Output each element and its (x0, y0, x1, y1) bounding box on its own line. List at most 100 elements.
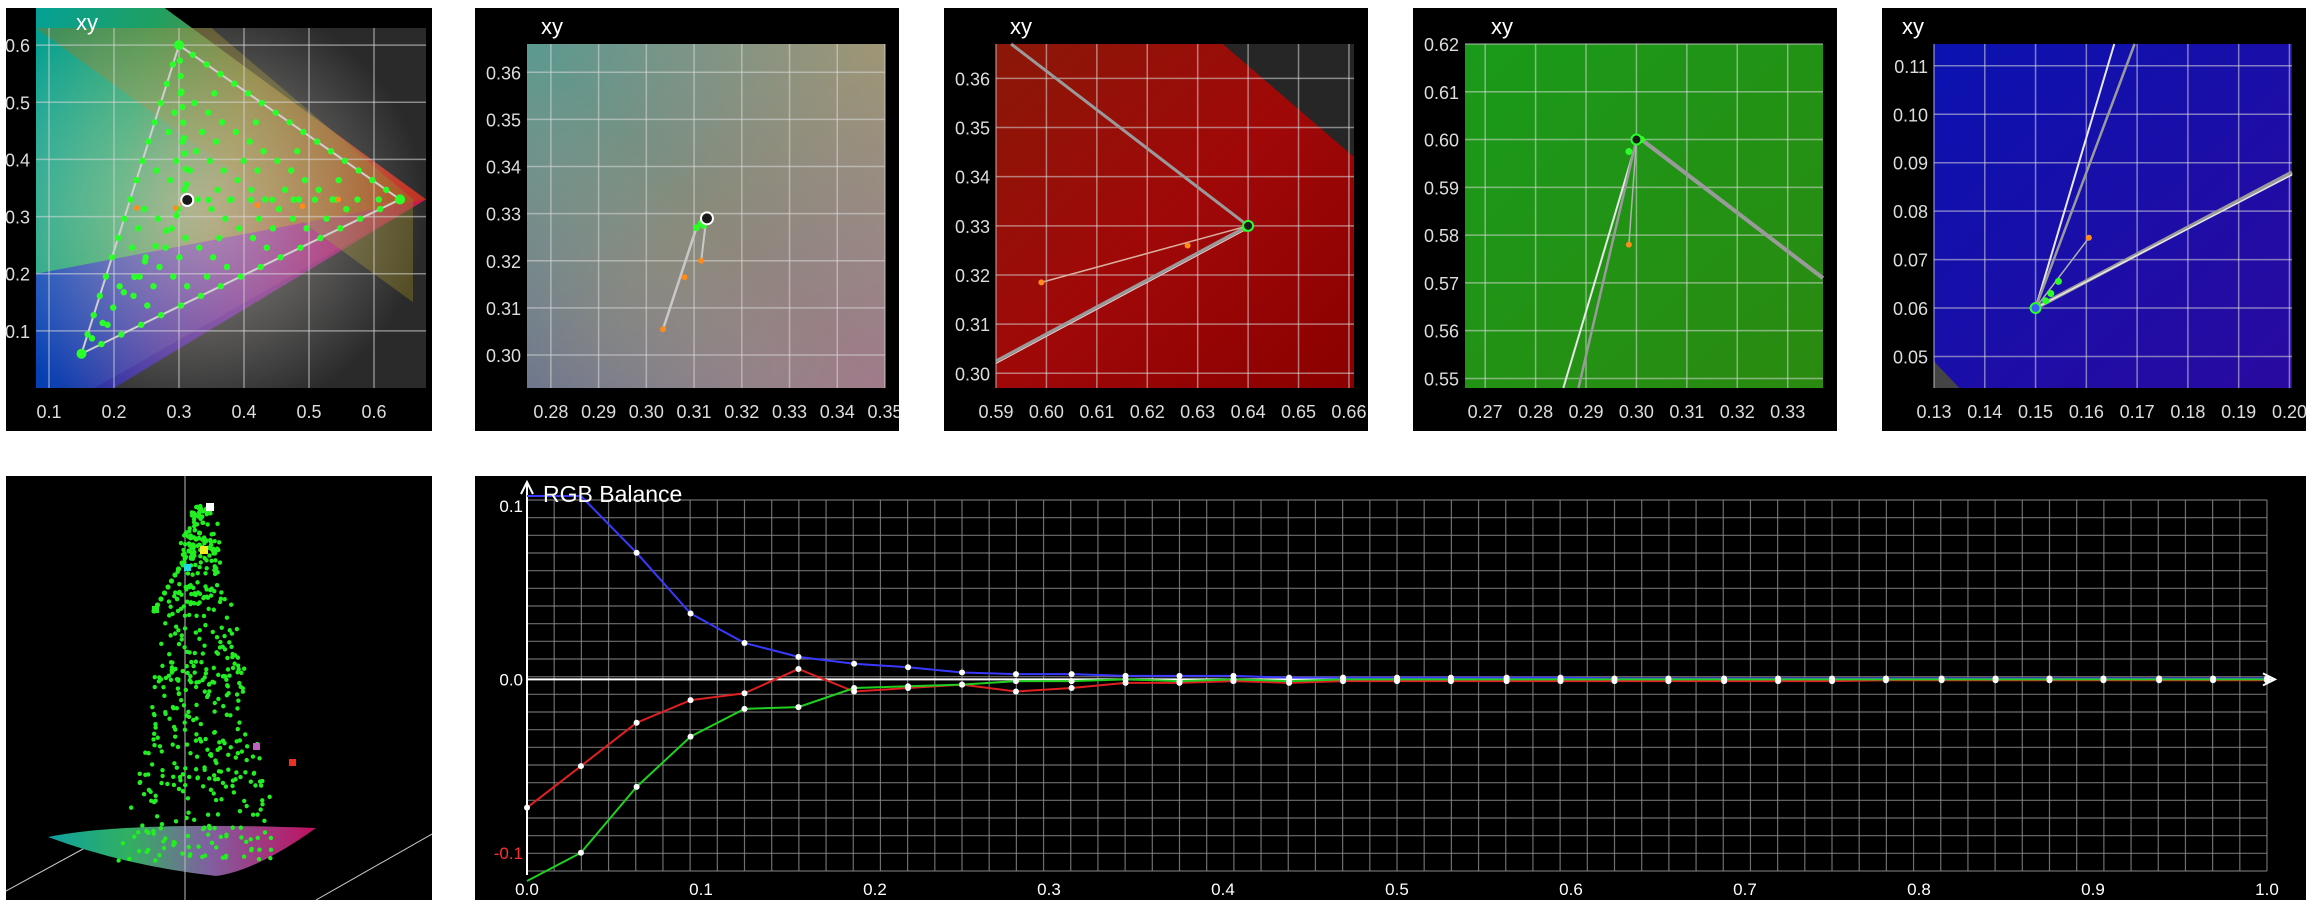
sample-point (343, 205, 350, 213)
sample-point-3d (116, 858, 121, 863)
x-tick-label: 0.15 (2018, 402, 2053, 422)
series-point (633, 549, 640, 556)
x-tick-label: 0.32 (724, 402, 759, 422)
sample-point (272, 109, 279, 116)
sample-point-3d (151, 799, 157, 805)
sample-point-3d (188, 750, 193, 756)
y-tick-label: 0.33 (486, 205, 521, 225)
sample-point-3d (191, 663, 196, 669)
x-tick-label: 0.30 (629, 402, 664, 422)
sample-point (165, 128, 172, 136)
sample-point-3d (214, 566, 219, 571)
sample-point (220, 167, 227, 174)
series-point (577, 849, 584, 856)
sample-point-3d (200, 651, 206, 656)
x-tick-label: 0.2 (101, 402, 126, 422)
sample-point-3d (198, 560, 203, 565)
sample-point (254, 167, 261, 174)
xy-white-zoom-chart: 0.28 0.29 0.30 0.31 0.32 0.33 0.34 0.35 0.30 0.31… (486, 44, 899, 422)
sample-point-3d (176, 677, 181, 682)
series-point (1012, 671, 1019, 678)
y-tick-label: 0.4 (6, 150, 30, 170)
sample-point (289, 215, 296, 222)
sample-point-3d (268, 855, 273, 861)
series-point (1068, 685, 1075, 692)
rgb-balance-panel: 0.0 0.1 0.2 0.3 0.4 0.5 0.6 0.7 0.8 0.9 1.0 0.1 0.0 -… (475, 476, 2306, 900)
sample-point-3d (172, 734, 178, 739)
y-tick-label: 0.30 (955, 364, 990, 384)
sample-point-3d (262, 830, 268, 835)
sample-point-3d (192, 650, 198, 656)
sample-point-3d (197, 591, 203, 597)
sample-point (297, 244, 304, 251)
sample-point (141, 258, 149, 265)
sample-point-3d (209, 532, 214, 537)
series-point (1340, 676, 1347, 683)
sample-point-3d (197, 510, 202, 515)
sample-point-3d (187, 678, 192, 683)
sample-point-3d (260, 802, 265, 807)
xy-gamut-chart: 0.1 0.2 0.3 0.4 0.5 0.6 0.1 0.2 0.3 0.4 0.5 0.6 (6, 8, 426, 422)
sample-point-3d (182, 626, 188, 631)
series-point (524, 804, 530, 811)
sample-point-3d (194, 754, 200, 759)
orange-point (172, 205, 179, 211)
sample-point (269, 225, 277, 232)
sample-point (208, 205, 215, 213)
sample-point-3d (193, 659, 199, 664)
sample-point-3d (166, 599, 172, 604)
sample-point-3d (183, 782, 188, 788)
x-tick-label: 0.9 (2081, 880, 2105, 899)
sample-point-3d (195, 775, 201, 780)
sample-point-3d (250, 812, 256, 817)
sample-point-3d (151, 711, 157, 717)
sample-point-3d (194, 702, 199, 708)
sample-point-3d (144, 828, 149, 834)
y-tick-label: 0.57 (1424, 274, 1459, 294)
sample-point-3d (141, 791, 147, 797)
series-point (959, 681, 965, 688)
sample-point-3d (184, 742, 190, 747)
sample-point-3d (214, 845, 219, 850)
sample-point-3d (191, 523, 197, 529)
x-tick-label: 0.14 (1967, 402, 2002, 422)
sample-point-3d (239, 749, 245, 754)
chart-title: xy (1491, 14, 1513, 39)
y-tick-label: 0.2 (6, 265, 30, 285)
x-tick-label: 0.61 (1079, 402, 1114, 422)
sample-point (247, 196, 255, 204)
sample-point-3d (192, 670, 197, 675)
sample-point-3d (184, 815, 189, 821)
series-point (633, 719, 640, 726)
sample-point-3d (161, 845, 167, 851)
x-tick-label: 0.8 (1907, 880, 1931, 899)
orange-point (335, 196, 342, 203)
sample-point-3d (212, 589, 217, 594)
x-tick-label: 0.18 (2170, 402, 2205, 422)
sample-point-3d (155, 735, 160, 740)
sample-point-3d (235, 663, 241, 668)
sample-point (145, 138, 152, 145)
orange-point (133, 205, 140, 211)
sample-point-3d (196, 844, 201, 849)
sample-point (323, 215, 330, 222)
sample-point-3d (257, 756, 262, 761)
gamut-3d-panel (6, 476, 432, 900)
sample-point (157, 311, 165, 319)
y-tick-label: 0.32 (486, 252, 521, 272)
chart-title: xy (1902, 14, 1924, 39)
sample-point (198, 128, 206, 136)
sample-point (176, 254, 183, 261)
sample-point-3d (188, 852, 193, 857)
sample-point-3d (234, 626, 240, 632)
sample-point-3d (153, 722, 158, 727)
sample-point-3d (148, 789, 153, 795)
sample-point-3d (196, 530, 203, 536)
sample-point-3d (163, 621, 168, 626)
sample-point-3d (219, 797, 224, 802)
sample-point-3d (174, 596, 180, 602)
sample-point (88, 335, 96, 342)
sample-point-3d (179, 592, 184, 597)
sample-point (120, 215, 128, 222)
sample-point (317, 234, 324, 242)
